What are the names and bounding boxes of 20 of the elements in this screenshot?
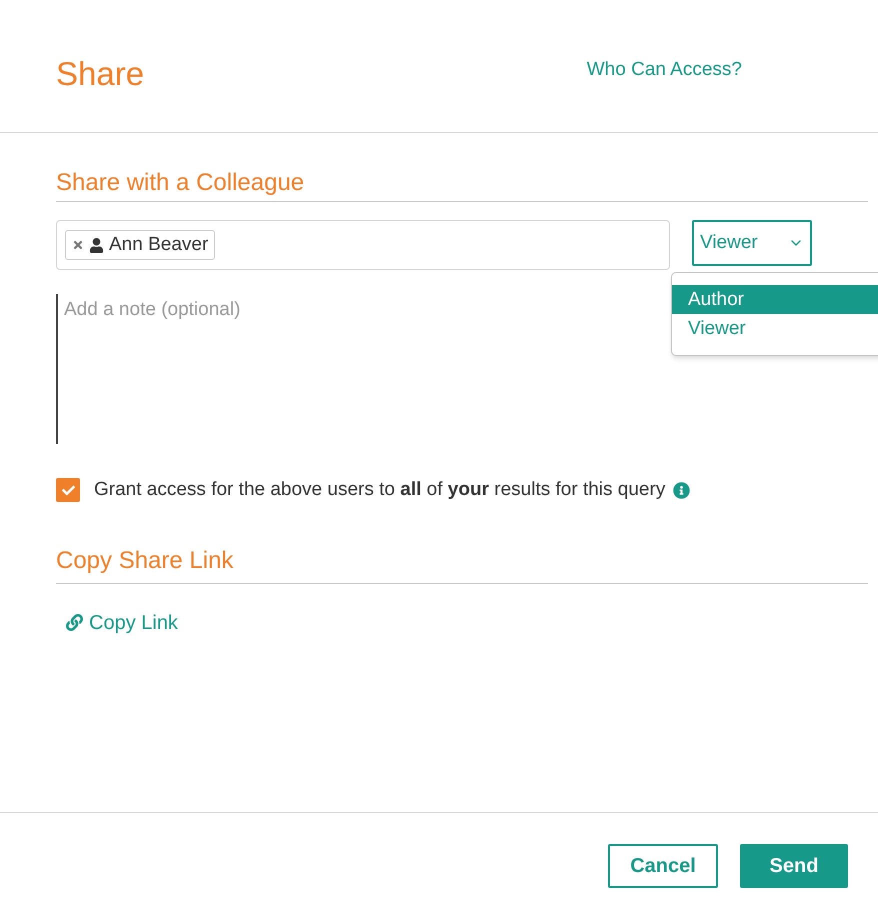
user-icon (89, 238, 104, 252)
check-icon (62, 484, 74, 497)
section-heading: Share with a Colleague (56, 167, 868, 202)
who-can-access-link[interactable]: Who Can Access? (586, 56, 742, 84)
section-heading: Copy Share Link (56, 544, 868, 584)
recipient-name: Ann Beaver (109, 232, 208, 257)
send-button[interactable]: Send (740, 844, 848, 888)
role-select[interactable]: Viewer (692, 220, 812, 266)
remove-icon[interactable] (72, 239, 84, 251)
cancel-button[interactable]: Cancel (608, 844, 718, 888)
grant-label: Grant access for the above users to all of your results for this query (94, 478, 666, 502)
recipients-field[interactable]: Ann Beaver (56, 220, 670, 270)
info-icon[interactable] (673, 482, 690, 499)
role-option[interactable]: Author (672, 285, 878, 314)
grant-checkbox[interactable] (56, 478, 80, 502)
role-option[interactable]: Viewer (672, 314, 878, 343)
copy-link[interactable]: Copy Link (66, 608, 178, 638)
dialog-title: Share (56, 54, 144, 94)
note-field[interactable]: Add a note (optional) (56, 294, 656, 444)
link-icon (66, 614, 83, 631)
